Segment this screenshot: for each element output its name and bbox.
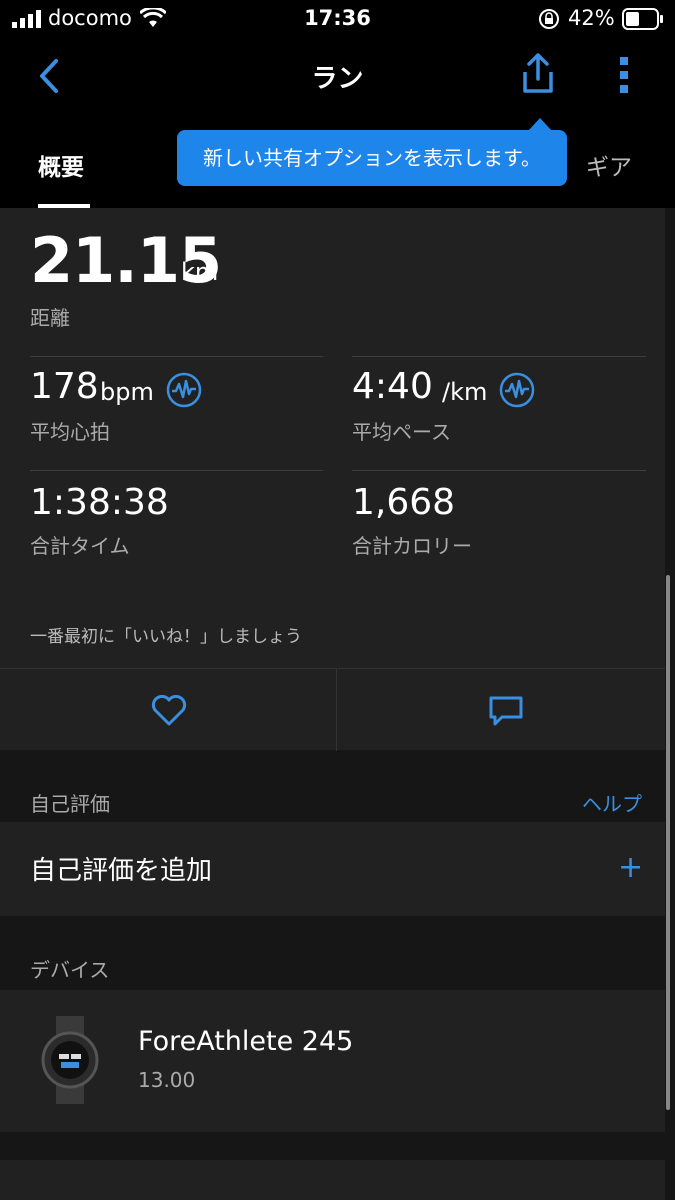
share-tooltip[interactable]: 新しい共有オプションを表示します。: [177, 130, 567, 186]
divider: [352, 470, 646, 471]
devices-header: デバイス: [30, 958, 110, 982]
help-link[interactable]: ヘルプ: [582, 788, 642, 817]
self-eval-header: 自己評価: [30, 792, 110, 816]
device-name: ForeAthlete 245: [138, 1026, 354, 1057]
next-section-row: [0, 1160, 665, 1200]
tab-overview[interactable]: 概要: [38, 148, 84, 182]
total-time-label: 合計タイム: [30, 534, 130, 558]
total-calories-value: 1,668: [352, 482, 456, 523]
divider: [30, 356, 323, 357]
page-title: ラン: [311, 64, 364, 94]
watch-icon: [41, 1016, 99, 1104]
avg-hr-unit: bpm: [100, 378, 154, 406]
rotation-lock-icon: [539, 9, 559, 29]
pulse-icon[interactable]: [499, 372, 535, 408]
add-self-eval-label[interactable]: 自己評価を追加: [30, 850, 212, 887]
heart-icon: [151, 695, 187, 726]
like-prompt: 一番最初に「いいね！」しましょう: [30, 627, 302, 647]
share-icon[interactable]: [520, 52, 556, 94]
avg-hr-label: 平均心拍: [30, 420, 110, 444]
comment-button[interactable]: [338, 668, 665, 751]
distance-unit: km: [181, 258, 219, 286]
divider: [30, 470, 323, 471]
divider: [352, 356, 646, 357]
avg-pace-label: 平均ペース: [352, 420, 451, 444]
device-version: 13.00: [138, 1068, 196, 1092]
tab-gear[interactable]: ギア: [586, 148, 632, 182]
total-time-value: 1:38:38: [30, 482, 169, 523]
plus-icon[interactable]: +: [618, 853, 643, 883]
battery-percent: 42%: [568, 6, 615, 30]
total-calories-label: 合計カロリー: [352, 534, 472, 558]
avg-pace-value: 4:40: [352, 366, 433, 407]
pulse-icon[interactable]: [166, 372, 202, 408]
scrollbar[interactable]: [666, 575, 670, 1110]
comment-icon: [489, 696, 523, 726]
like-button[interactable]: [0, 668, 337, 751]
battery-icon: [622, 8, 663, 30]
more-vertical-icon[interactable]: [617, 55, 631, 95]
avg-pace-unit: /km: [442, 378, 488, 406]
avg-hr-value: 178: [30, 366, 99, 407]
distance-label: 距離: [30, 306, 70, 330]
